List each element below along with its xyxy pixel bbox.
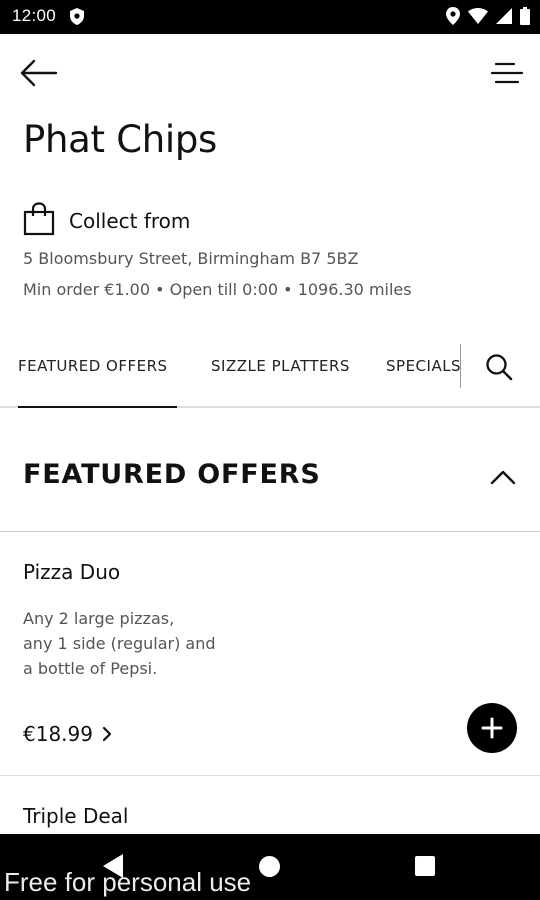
tab-divider bbox=[460, 344, 461, 388]
item-name: Triple Deal bbox=[23, 804, 129, 828]
status-bar: 12:00 bbox=[0, 0, 540, 34]
tab-specials[interactable]: SPECIALS bbox=[386, 336, 460, 406]
search-icon bbox=[484, 354, 514, 386]
battery-icon bbox=[520, 7, 530, 29]
tab-specials-clip: SPECIALS bbox=[386, 336, 460, 406]
back-button[interactable] bbox=[18, 56, 62, 90]
menu-icon bbox=[490, 62, 524, 94]
item-price[interactable]: €18.99 bbox=[23, 722, 113, 746]
shield-icon bbox=[70, 8, 84, 29]
chevron-up-icon bbox=[488, 470, 518, 493]
collect-label: Collect from bbox=[69, 209, 191, 233]
tab-sizzle-platters[interactable]: SIZZLE PLATTERS bbox=[211, 336, 350, 406]
item-description: Any 2 large pizzas, any 1 side (regular)… bbox=[23, 606, 273, 681]
store-title: Phat Chips bbox=[23, 118, 218, 161]
nav-home-icon[interactable] bbox=[259, 856, 280, 877]
search-button[interactable] bbox=[484, 352, 516, 384]
status-icons bbox=[446, 7, 530, 29]
menu-button[interactable] bbox=[490, 56, 524, 90]
status-time: 12:00 bbox=[12, 6, 57, 25]
tab-label: SIZZLE PLATTERS bbox=[211, 357, 350, 375]
section-title: FEATURED OFFERS bbox=[23, 459, 321, 490]
section-header: FEATURED OFFERS bbox=[0, 410, 540, 532]
shopping-bag-icon bbox=[23, 202, 55, 240]
item-description-line: any 1 side (regular) and bbox=[23, 634, 216, 653]
category-tabs: FEATURED OFFERS SIZZLE PLATTERS SPECIALS bbox=[0, 336, 540, 408]
toolbar bbox=[0, 34, 540, 114]
item-description-line: Any 2 large pizzas, bbox=[23, 609, 175, 628]
signal-icon bbox=[496, 8, 512, 28]
item-name: Pizza Duo bbox=[23, 560, 121, 584]
chevron-right-icon bbox=[101, 725, 113, 743]
plus-icon bbox=[467, 717, 517, 757]
menu-item[interactable]: Triple Deal bbox=[0, 777, 540, 837]
item-price-value: €18.99 bbox=[23, 722, 93, 746]
tab-label: SPECIALS bbox=[386, 357, 460, 375]
arrow-left-icon bbox=[18, 59, 58, 94]
store-address: 5 Bloomsbury Street, Birmingham B7 5BZ bbox=[23, 249, 359, 268]
watermark: Free for personal use bbox=[4, 867, 252, 897]
location-icon bbox=[446, 7, 460, 29]
tab-label: FEATURED OFFERS bbox=[18, 357, 168, 375]
item-description-line: a bottle of Pepsi. bbox=[23, 659, 158, 678]
nav-recents-icon[interactable] bbox=[415, 856, 435, 876]
collection-mode: Collect from bbox=[23, 202, 190, 240]
wifi-icon bbox=[468, 7, 488, 28]
store-meta: Min order €1.00 • Open till 0:00 • 1096.… bbox=[23, 280, 412, 299]
collapse-button[interactable] bbox=[488, 465, 518, 489]
menu-item[interactable]: Pizza Duo Any 2 large pizzas, any 1 side… bbox=[0, 533, 540, 776]
tab-featured-offers[interactable]: FEATURED OFFERS bbox=[18, 336, 177, 408]
add-to-cart-button[interactable] bbox=[467, 703, 517, 753]
